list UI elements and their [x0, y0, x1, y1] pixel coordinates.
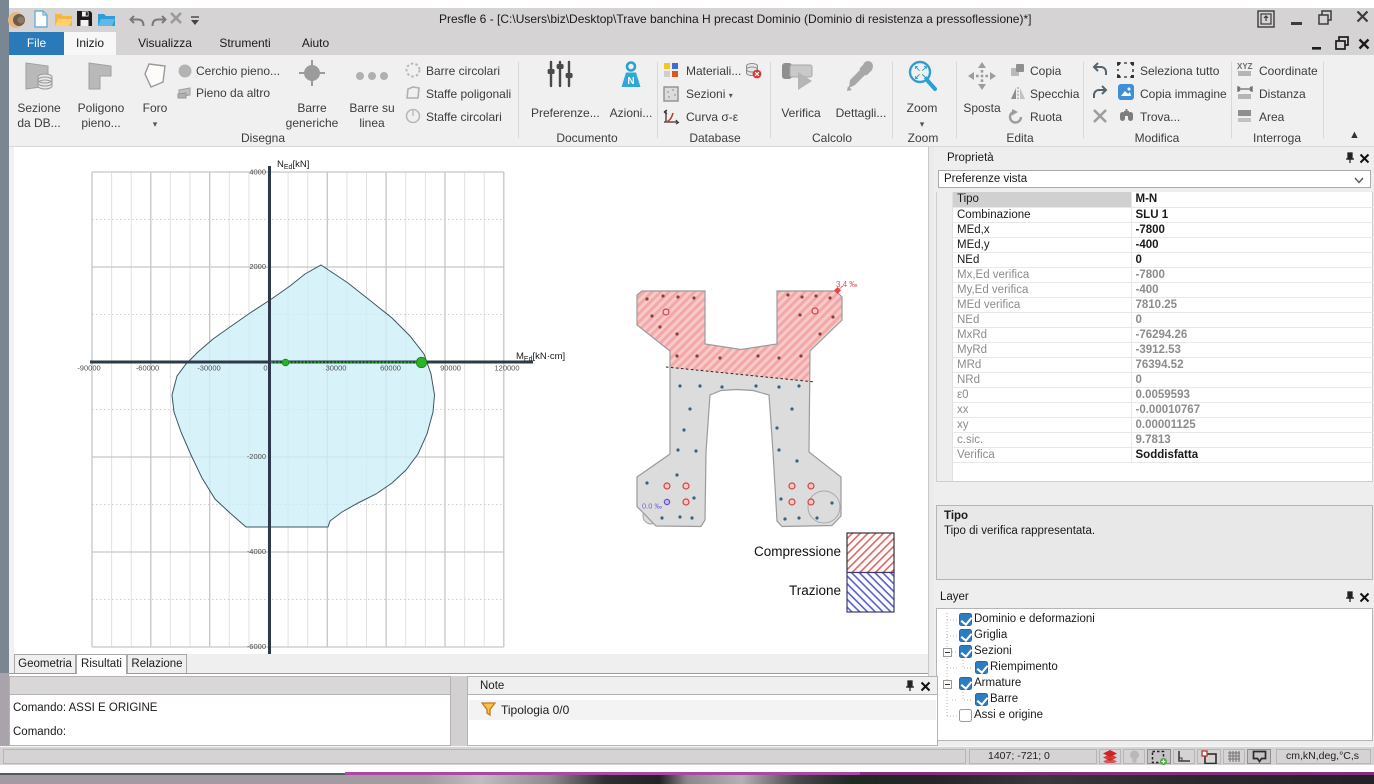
svg-text:XYZ: XYZ [1237, 62, 1253, 71]
svg-text:Trazione: Trazione [789, 583, 841, 598]
svg-text:0.0 ‰: 0.0 ‰ [642, 502, 663, 511]
svg-text:MEd[kN·cm]: MEd[kN·cm] [516, 351, 565, 363]
svg-text:NEd[kN]: NEd[kN] [277, 159, 309, 171]
svg-text:-90000: -90000 [77, 364, 100, 373]
svg-text:120000: 120000 [494, 364, 519, 373]
svg-text:-2000: -2000 [247, 452, 266, 461]
svg-text:-6000: -6000 [247, 642, 266, 651]
svg-text:2000: 2000 [249, 262, 266, 271]
svg-text:N: N [627, 76, 634, 87]
svg-text:0: 0 [263, 364, 267, 373]
svg-text:Compressione: Compressione [754, 544, 841, 559]
svg-text:-30000: -30000 [197, 364, 220, 373]
svg-text:-60000: -60000 [136, 364, 159, 373]
svg-text:↙: ↙ [914, 72, 921, 81]
svg-text:3.4 ‰: 3.4 ‰ [836, 280, 857, 289]
svg-text:60000: 60000 [380, 364, 401, 373]
svg-text:↘: ↘ [921, 72, 928, 81]
svg-text:-4000: -4000 [247, 547, 266, 556]
svg-text:90000: 90000 [440, 364, 461, 373]
svg-text:30000: 30000 [326, 364, 347, 373]
svg-text:4000: 4000 [249, 168, 266, 177]
